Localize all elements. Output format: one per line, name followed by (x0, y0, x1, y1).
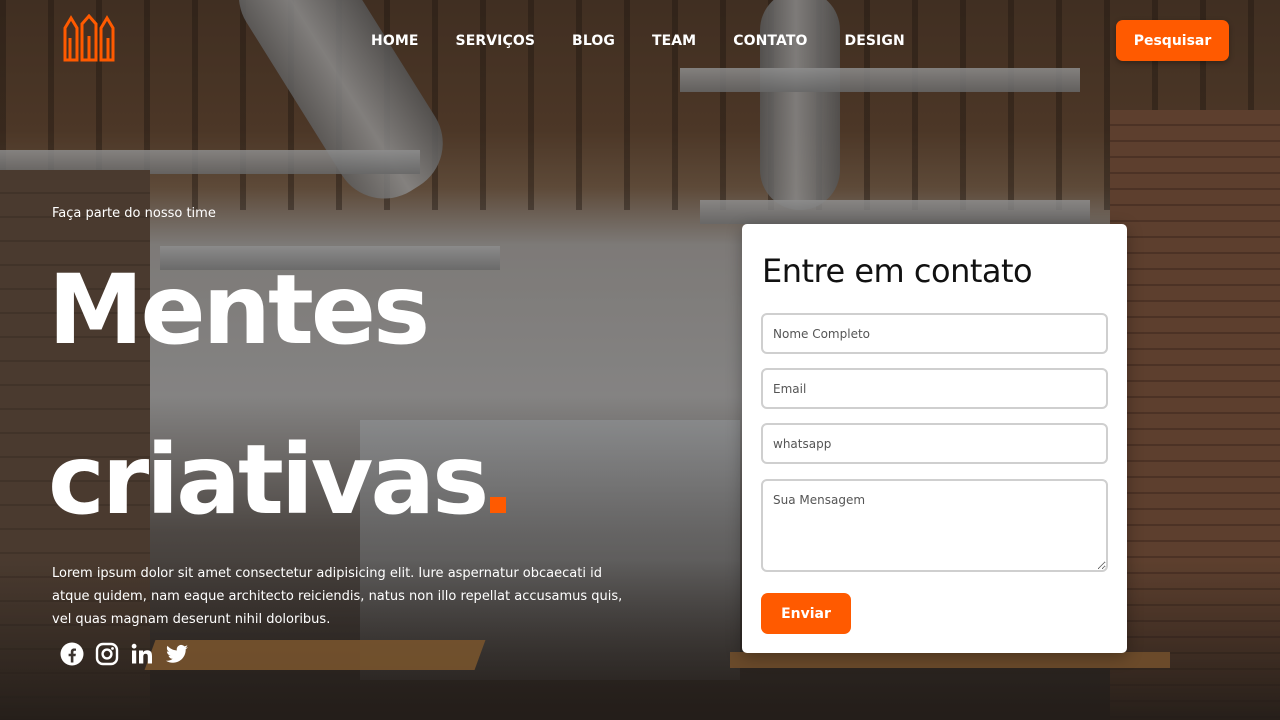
message-field[interactable] (761, 479, 1108, 572)
whatsapp-field[interactable] (761, 423, 1108, 464)
nav-team[interactable]: TEAM (652, 31, 696, 51)
search-button[interactable]: Pesquisar (1116, 20, 1229, 61)
nav-blog[interactable]: BLOG (572, 31, 615, 51)
facebook-icon[interactable] (60, 642, 84, 666)
hero-description: Lorem ipsum dolor sit amet consectetur a… (52, 566, 623, 627)
nav-servicos[interactable]: SERVIÇOS (456, 31, 536, 51)
contact-form: Entre em contato Enviar (742, 224, 1127, 653)
twitter-icon[interactable] (165, 642, 189, 666)
hero-title-line1: Mentes (48, 254, 430, 366)
nav-home[interactable]: HOME (371, 31, 419, 51)
instagram-icon[interactable] (95, 642, 119, 666)
main-nav: HOME SERVIÇOS BLOG TEAM CONTATO DESIGN (371, 31, 942, 51)
submit-button[interactable]: Enviar (761, 593, 851, 634)
contact-title: Entre em contato (762, 252, 1033, 290)
hero-title-line2-text: criativas (48, 424, 489, 536)
accent-dot (490, 497, 507, 513)
hero-tagline: Faça parte do nosso time (52, 206, 216, 221)
crown-logo-icon[interactable] (62, 13, 116, 62)
email-field[interactable] (761, 368, 1108, 409)
linkedin-icon[interactable] (130, 642, 154, 666)
name-field[interactable] (761, 313, 1108, 354)
nav-contato[interactable]: CONTATO (733, 31, 807, 51)
nav-design[interactable]: DESIGN (844, 31, 904, 51)
hero-title-line2: criativas (48, 432, 507, 528)
social-links (60, 642, 189, 666)
